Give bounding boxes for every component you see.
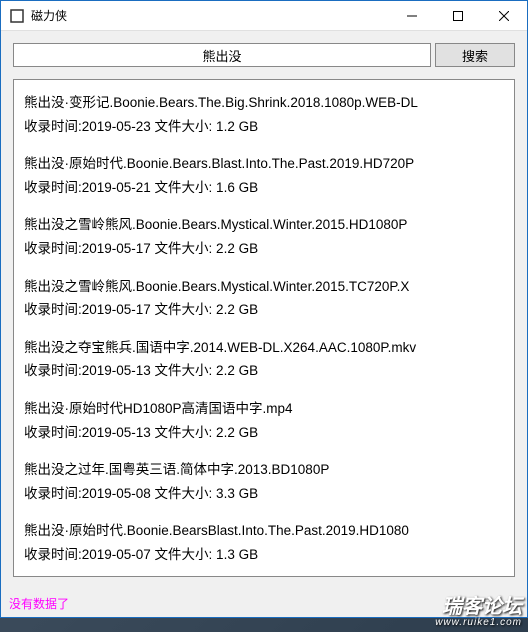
result-meta: 收录时间:2019-05-13 文件大小: 2.2 GB [24,360,504,382]
result-item[interactable]: 熊出没之雪岭熊风.Boonie.Bears.Mystical.Winter.20… [24,270,504,331]
minimize-button[interactable] [389,1,435,30]
result-meta: 收录时间:2019-05-23 文件大小: 1.2 GB [24,116,504,138]
result-meta: 收录时间:2019-05-21 文件大小: 1.6 GB [24,177,504,199]
maximize-button[interactable] [435,1,481,30]
result-meta: 收录时间:2019-05-07 文件大小: 1.3 GB [24,544,504,566]
result-meta: 收录时间:2019-05-17 文件大小: 2.2 GB [24,238,504,260]
result-meta: 收录时间:2019-05-17 文件大小: 2.2 GB [24,299,504,321]
result-title: 熊出没·原始时代.Boonie.BearsBlast.Into.The.Past… [24,520,504,542]
content-area: 搜索 熊出没·变形记.Boonie.Bears.The.Big.Shrink.2… [1,31,527,589]
result-item[interactable]: 熊出没之雪岭熊风.Boonie.Bears.Mystical.Winter.20… [24,208,504,269]
app-window: 磁力侠 搜索 熊出没·变形记.Boonie.Bears.The.Big.Shri… [0,0,528,618]
result-title: 熊出没之夺宝熊兵.国语中字.2014.WEB-DL.X264.AAC.1080P… [24,337,504,359]
search-input[interactable] [13,43,431,67]
close-button[interactable] [481,1,527,30]
app-icon [9,8,25,24]
window-title: 磁力侠 [31,7,389,24]
result-meta: 收录时间:2019-05-13 文件大小: 2.2 GB [24,422,504,444]
result-title: 熊出没·原始时代.Boonie.Bears.Blast.Into.The.Pas… [24,153,504,175]
window-controls [389,1,527,30]
search-button[interactable]: 搜索 [435,43,515,67]
status-message: 没有数据了 [9,595,477,612]
result-item[interactable]: 熊出没·原始时代.Boonie.Bears.Blast.Into.The.Pas… [24,147,504,208]
result-title: 熊出没·变形记.Boonie.Bears.The.Big.Shrink.2018… [24,92,504,114]
result-item[interactable]: 熊出没·原始时代.Boonie.BearsBlast.Into.The.Past… [24,514,504,575]
result-item[interactable]: 熊出没·变形记.Boonie.Bears.The.Big.Shrink.2018… [24,86,504,147]
search-row: 搜索 [13,43,515,67]
result-title: 熊出没·原始时代HD1080P高清国语中字.mp4 [24,398,504,420]
result-title: 熊出没之过年.国粤英三语.简体中字.2013.BD1080P [24,459,504,481]
result-item[interactable]: 熊出没之过年.国粤英三语.简体中字.2013.BD1080P收录时间:2019-… [24,453,504,514]
result-item[interactable]: 熊出没·原始时代HD1080P高清国语中字.mp4收录时间:2019-05-13… [24,392,504,453]
watermark-main: 瑞客论坛 [442,596,522,618]
results-list[interactable]: 熊出没·变形记.Boonie.Bears.The.Big.Shrink.2018… [13,79,515,577]
titlebar[interactable]: 磁力侠 [1,1,527,31]
watermark: 瑞客论坛 www.ruike1.com [435,597,522,628]
result-title: 熊出没之雪岭熊风.Boonie.Bears.Mystical.Winter.20… [24,214,504,236]
result-meta: 收录时间:2019-05-08 文件大小: 3.3 GB [24,483,504,505]
result-item[interactable]: 熊出没之夺宝熊兵.国语中字.2014.WEB-DL.X264.AAC.1080P… [24,331,504,392]
result-title: 熊出没之雪岭熊风.Boonie.Bears.Mystical.Winter.20… [24,276,504,298]
watermark-sub: www.ruike1.com [435,618,522,628]
